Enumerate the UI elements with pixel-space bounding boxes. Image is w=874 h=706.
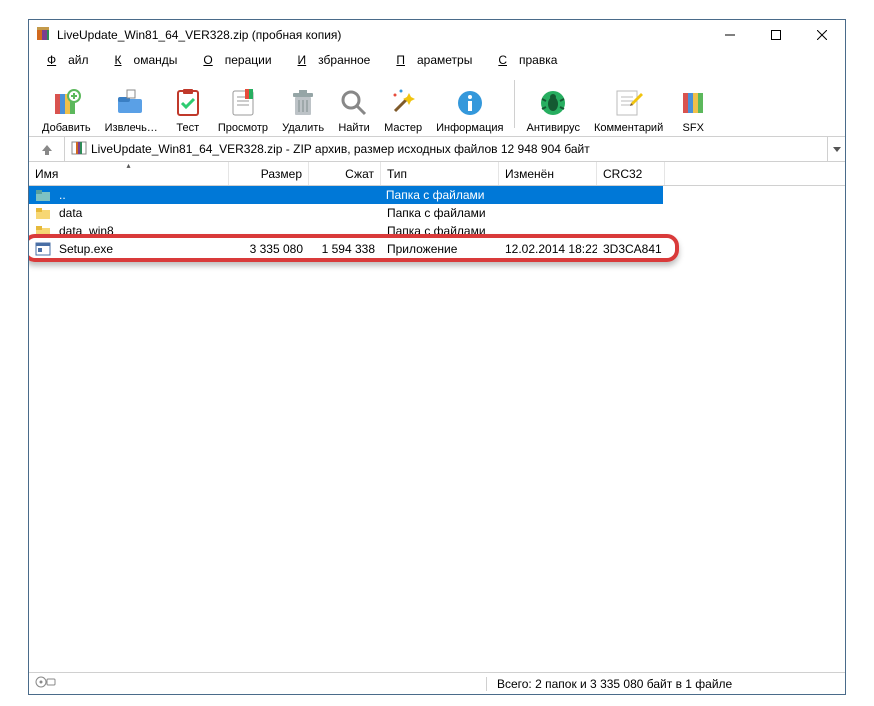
tb-antivirus[interactable]: Антивирус <box>519 74 586 134</box>
app-window: LiveUpdate_Win81_64_VER328.zip (пробная … <box>28 19 846 695</box>
folder-icon <box>35 223 51 239</box>
tb-comment[interactable]: Комментарий <box>587 74 670 134</box>
toolbar: Добавить Извлечь… Тест Просмотр Удалить … <box>29 69 845 136</box>
clipboard-check-icon <box>172 87 204 119</box>
close-button[interactable] <box>799 20 845 50</box>
titlebar: LiveUpdate_Win81_64_VER328.zip (пробная … <box>29 20 845 50</box>
menu-options[interactable]: Параметры <box>384 51 484 69</box>
bug-shield-icon <box>537 87 569 119</box>
menu-commands[interactable]: Команды <box>103 51 190 69</box>
folder-extract-icon <box>115 87 147 119</box>
exe-icon <box>35 241 51 257</box>
app-icon <box>35 26 51 45</box>
tb-view[interactable]: Просмотр <box>211 74 275 134</box>
minimize-button[interactable] <box>707 20 753 50</box>
tb-extract[interactable]: Извлечь… <box>98 74 165 134</box>
header-size[interactable]: Размер <box>229 162 309 185</box>
file-list[interactable]: .. Папка с файлами data Папка с файлами … <box>29 186 845 672</box>
maximize-button[interactable] <box>753 20 799 50</box>
header-name[interactable]: Имя▴ <box>29 162 229 185</box>
row-folder[interactable]: data Папка с файлами <box>29 204 845 222</box>
header-crc[interactable]: CRC32 <box>597 162 665 185</box>
row-exe[interactable]: Setup.exe 3 335 080 1 594 338 Приложение… <box>29 240 845 258</box>
header-type[interactable]: Тип <box>381 162 499 185</box>
menu-operations[interactable]: Операции <box>191 51 283 69</box>
row-parent[interactable]: .. Папка с файлами <box>29 186 663 204</box>
menubar: Файл Команды Операции Избранное Параметр… <box>29 50 845 69</box>
address-dropdown[interactable] <box>827 137 845 161</box>
tb-find[interactable]: Найти <box>331 74 377 134</box>
tb-info[interactable]: Информация <box>429 74 510 134</box>
books-sfx-icon <box>677 87 709 119</box>
menu-help[interactable]: Справка <box>486 51 569 69</box>
disk-icon <box>35 676 57 691</box>
note-pencil-icon <box>613 87 645 119</box>
column-headers: Имя▴ Размер Сжат Тип Изменён CRC32 <box>29 162 845 186</box>
tb-sfx[interactable]: SFX <box>670 74 716 134</box>
folder-icon <box>35 205 51 221</box>
row-folder[interactable]: data_win8 Папка с файлами <box>29 222 845 240</box>
up-folder-icon <box>35 187 51 203</box>
address-text[interactable]: LiveUpdate_Win81_64_VER328.zip - ZIP арх… <box>91 142 827 156</box>
status-summary: Всего: 2 папок и 3 335 080 байт в 1 файл… <box>486 677 845 691</box>
trash-icon <box>287 87 319 119</box>
info-icon <box>454 87 486 119</box>
header-packed[interactable]: Сжат <box>309 162 381 185</box>
search-icon <box>338 87 370 119</box>
wand-icon <box>387 87 419 119</box>
status-left <box>29 676 486 691</box>
header-modified[interactable]: Изменён <box>499 162 597 185</box>
archive-icon <box>71 140 87 159</box>
window-title: LiveUpdate_Win81_64_VER328.zip (пробная … <box>57 28 707 42</box>
up-button[interactable] <box>29 137 65 161</box>
menu-favorites[interactable]: Избранное <box>286 51 383 69</box>
tb-delete[interactable]: Удалить <box>275 74 331 134</box>
status-bar: Всего: 2 папок и 3 335 080 байт в 1 файл… <box>29 672 845 694</box>
address-bar: LiveUpdate_Win81_64_VER328.zip - ZIP арх… <box>29 136 845 162</box>
toolbar-separator <box>514 80 515 128</box>
sort-asc-icon: ▴ <box>126 161 130 170</box>
tb-add[interactable]: Добавить <box>35 74 98 134</box>
tb-wizard[interactable]: Мастер <box>377 74 429 134</box>
notebook-icon <box>227 87 259 119</box>
tb-test[interactable]: Тест <box>165 74 211 134</box>
books-add-icon <box>50 87 82 119</box>
menu-file[interactable]: Файл <box>35 51 101 69</box>
